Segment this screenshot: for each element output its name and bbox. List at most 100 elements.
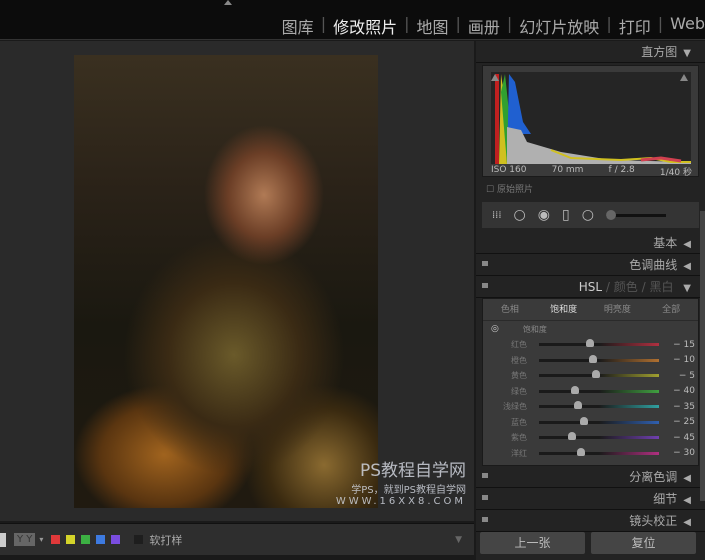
previous-button[interactable]: 上一张 <box>480 532 585 554</box>
soft-proof-label: 软打样 <box>149 533 183 547</box>
slider-track[interactable] <box>539 401 659 410</box>
detail-header[interactable]: 细节 ◀ <box>476 488 705 510</box>
hsl-subtab[interactable]: 色相 <box>483 299 537 320</box>
slider-track[interactable] <box>539 370 659 379</box>
slider-value[interactable]: − 40 <box>659 386 695 396</box>
slider-label: 绿色 <box>511 386 527 396</box>
collapse-top-icon[interactable] <box>224 0 232 5</box>
graduated-filter-icon[interactable]: ▯ <box>562 207 570 223</box>
split-toning-title: 分离色调 <box>629 470 678 484</box>
slider-track[interactable] <box>539 385 659 394</box>
view-mode-icon[interactable] <box>0 532 6 547</box>
basic-header[interactable]: 基本 ◀ <box>476 232 705 254</box>
color-label-swatch[interactable] <box>96 535 106 544</box>
slider-value[interactable]: − 30 <box>659 448 695 458</box>
slider-thumb[interactable] <box>592 370 600 379</box>
nav-item[interactable]: 画册 <box>468 14 500 38</box>
hsl-header[interactable]: HSL / 颜色 / 黑白 ▼ <box>476 276 705 298</box>
nav-separator: | <box>455 14 461 33</box>
slider-track[interactable] <box>539 339 659 348</box>
slider-thumb[interactable] <box>586 339 594 348</box>
dropdown-icon[interactable]: ▾ <box>39 535 43 544</box>
panel-switch-icon[interactable] <box>482 495 488 500</box>
slider-label: 浅绿色 <box>503 402 527 412</box>
collapse-icon: ▼ <box>683 48 691 59</box>
radial-filter-icon[interactable]: ○ <box>582 207 594 223</box>
watermark-subtitle: 学PS，就到PS教程自学网 <box>351 485 466 496</box>
expand-icon: ◀ <box>683 261 691 272</box>
compare-view-button[interactable]: Y Y <box>14 533 36 546</box>
photo[interactable] <box>74 55 378 508</box>
nav-item[interactable]: 修改照片 <box>333 14 397 38</box>
watermark: PS教程自学网 学PS，就到PS教程自学网 WWW.16XX8.COM <box>336 456 466 507</box>
lens-correction-header[interactable]: 镜头校正 ◀ <box>476 510 705 532</box>
slider-row: 红色 − 15 <box>483 337 698 353</box>
panel-switch-icon[interactable] <box>482 473 488 478</box>
nav-item[interactable]: Web <box>670 14 705 38</box>
crop-grid-icon[interactable]: ⁞⁞⁞ <box>492 210 502 221</box>
bottom-toolbar: Y Y ▾ 软打样 ▼ <box>0 523 474 555</box>
color-tab[interactable]: 颜色 <box>614 280 638 294</box>
hsl-panel: 色相 饱和度 明亮度 全部 ◎ 饱和度 红色 − 15 橙色 − 10 黄色 − 5 绿色 … <box>482 298 699 466</box>
slider-row: 紫色 − 45 <box>483 430 698 446</box>
panel-scrollbar[interactable] <box>700 211 705 501</box>
lens-correction-title: 镜头校正 <box>629 514 678 528</box>
slider-row: 橙色 − 10 <box>483 353 698 369</box>
collapse-icon: ▼ <box>683 283 691 294</box>
slider-label: 橙色 <box>511 355 527 365</box>
expand-icon: ◀ <box>683 495 691 506</box>
nav-separator: | <box>404 14 410 33</box>
soft-proof-checkbox[interactable] <box>134 535 144 544</box>
slider-track[interactable] <box>539 432 659 441</box>
slider-value[interactable]: − 45 <box>659 433 695 443</box>
color-label-swatch[interactable] <box>51 535 61 544</box>
brush-slider[interactable] <box>605 209 666 220</box>
slider-track[interactable] <box>539 447 659 456</box>
panel-switch-icon[interactable] <box>482 261 488 266</box>
develop-panel: 直方图 ▼ ISO 160 70 mm f / 2.8 1/40 秒 ☐ 原始照片… <box>476 41 705 560</box>
slider-thumb[interactable] <box>589 354 597 363</box>
slider-label: 红色 <box>511 340 527 350</box>
split-toning-header[interactable]: 分离色调 ◀ <box>476 466 705 488</box>
hsl-subtab[interactable]: 明亮度 <box>591 299 645 320</box>
nav-item[interactable]: 地图 <box>416 14 448 38</box>
tone-curve-header[interactable]: 色调曲线 ◀ <box>476 254 705 276</box>
saturation-sliders: 红色 − 15 橙色 − 10 黄色 − 5 绿色 − 40 浅绿色 − 35 蓝色 − … <box>483 337 698 461</box>
original-photo-toggle[interactable]: ☐ 原始照片 <box>476 179 705 198</box>
focal-length: 70 mm <box>551 165 584 175</box>
slider-thumb[interactable] <box>580 416 588 425</box>
bw-tab[interactable]: 黑白 <box>649 280 673 294</box>
nav-item[interactable]: 打印 <box>619 14 651 38</box>
slider-value[interactable]: − 10 <box>659 355 695 365</box>
slider-label: 黄色 <box>511 371 527 381</box>
hsl-tab[interactable]: HSL <box>579 280 602 294</box>
panel-switch-icon[interactable] <box>482 517 488 522</box>
brush-slider-thumb[interactable] <box>605 209 616 220</box>
slider-value[interactable]: − 25 <box>659 417 695 427</box>
slider-value[interactable]: − 5 <box>659 371 695 381</box>
panel-switch-icon[interactable] <box>482 283 488 288</box>
slider-thumb[interactable] <box>571 385 579 394</box>
target-adjust-icon[interactable]: ◎ <box>491 324 499 334</box>
nav-item[interactable]: 图库 <box>282 14 314 38</box>
separator: / <box>641 280 646 294</box>
slider-value[interactable]: − 35 <box>659 402 695 412</box>
histogram-header[interactable]: 直方图 ▼ <box>476 41 705 63</box>
nav-item[interactable]: 幻灯片放映 <box>519 14 599 38</box>
spot-removal-icon[interactable]: ○ <box>514 207 526 223</box>
color-label-swatch[interactable] <box>111 535 121 544</box>
slider-thumb[interactable] <box>568 432 576 441</box>
expand-icon: ◀ <box>683 473 691 484</box>
toolbar-menu-icon[interactable]: ▼ <box>455 535 462 545</box>
slider-thumb[interactable] <box>577 447 585 456</box>
hsl-subtab[interactable]: 全部 <box>644 299 698 320</box>
reset-button[interactable]: 复位 <box>591 532 696 554</box>
slider-thumb[interactable] <box>574 401 582 410</box>
slider-value[interactable]: − 15 <box>659 340 695 350</box>
slider-track[interactable] <box>539 354 659 363</box>
slider-track[interactable] <box>539 416 659 425</box>
red-eye-icon[interactable]: ◉ <box>538 207 550 223</box>
hsl-subtab[interactable]: 饱和度 <box>537 299 591 320</box>
color-label-swatch[interactable] <box>81 535 91 544</box>
color-label-swatch[interactable] <box>66 535 76 544</box>
